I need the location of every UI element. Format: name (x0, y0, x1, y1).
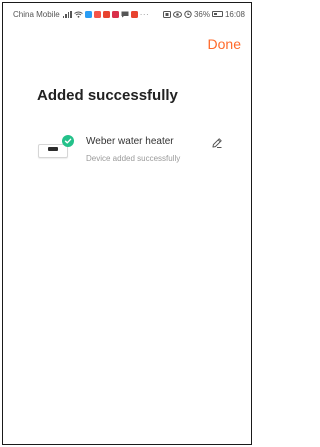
status-left: China Mobile ··· (13, 10, 149, 19)
device-name: Weber water heater (86, 136, 174, 147)
notification-app-icon (102, 10, 110, 18)
eye-icon (172, 10, 182, 18)
status-bar: China Mobile ··· 36% 16:08 (3, 3, 251, 25)
heater-panel (48, 147, 58, 151)
page-title: Added successfully (37, 87, 178, 104)
notification-app-icon (111, 10, 119, 18)
status-right: 36% 16:08 (162, 9, 245, 19)
done-button[interactable]: Done (208, 36, 241, 52)
more-notifications-icon: ··· (139, 9, 150, 19)
water-heater-icon (37, 135, 74, 161)
carrier-label: China Mobile (13, 9, 60, 19)
message-icon (121, 11, 129, 17)
notification-app-icon (84, 10, 92, 18)
nfc-icon (162, 10, 171, 18)
signal-icon (62, 10, 72, 18)
battery-icon (211, 11, 223, 17)
wifi-icon (73, 11, 83, 18)
notification-app-icon (130, 10, 138, 18)
edit-pencil-icon[interactable] (211, 136, 223, 148)
clock: 16:08 (224, 9, 245, 19)
notification-app-icon (93, 10, 101, 18)
device-status: Device added successfully (86, 154, 181, 163)
device-list-item[interactable]: Weber water heater Device added successf… (37, 129, 227, 173)
phone-screen: China Mobile ··· 36% 16:08 Done Added su… (2, 2, 252, 445)
alarm-icon (184, 10, 192, 18)
battery-percent: 36% (193, 9, 210, 19)
check-icon (62, 135, 74, 147)
